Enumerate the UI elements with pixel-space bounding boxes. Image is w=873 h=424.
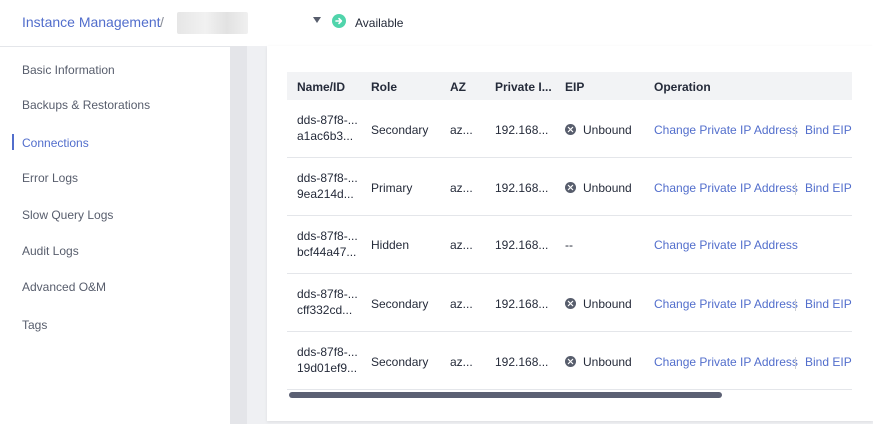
node-eip-status: Unbound bbox=[583, 181, 632, 195]
eip-unbound-icon bbox=[565, 182, 576, 193]
node-az: az... bbox=[450, 297, 473, 311]
operation-divider bbox=[795, 125, 796, 137]
node-eip-status: Unbound bbox=[583, 355, 632, 369]
node-private-ip: 192.168... bbox=[495, 181, 549, 195]
breadcrumb-instance-name-redacted bbox=[177, 12, 248, 34]
node-id-line2: 19d01ef9... bbox=[297, 361, 358, 375]
table-row: dds-87f8-... 9ea214d... Primary az... 19… bbox=[287, 158, 852, 216]
node-id-line2: a1ac6b3... bbox=[297, 129, 354, 143]
node-id-line2: cff332cd... bbox=[297, 303, 353, 317]
column-header-eip: EIP bbox=[565, 80, 585, 94]
change-private-ip-link[interactable]: Change Private IP Address bbox=[654, 123, 798, 137]
node-role: Primary bbox=[371, 181, 413, 195]
node-role: Secondary bbox=[371, 123, 429, 137]
sidebar-item-error-logs[interactable]: Error Logs bbox=[22, 171, 78, 185]
node-private-ip: 192.168... bbox=[495, 297, 549, 311]
node-az: az... bbox=[450, 123, 473, 137]
bind-eip-link[interactable]: Bind EIP bbox=[805, 297, 852, 311]
column-header-role: Role bbox=[371, 80, 398, 94]
table-scrollbar-thumb[interactable] bbox=[289, 392, 722, 398]
operation-divider bbox=[795, 357, 796, 369]
sidebar-item-backups-restorations[interactable]: Backups & Restorations bbox=[22, 98, 150, 112]
operation-divider bbox=[795, 183, 796, 195]
node-eip-status: Unbound bbox=[583, 123, 632, 137]
breadcrumb-separator: / bbox=[160, 14, 164, 30]
node-az: az... bbox=[450, 355, 473, 369]
node-name-line1: dds-87f8-... bbox=[297, 287, 358, 301]
eip-unbound-icon bbox=[565, 356, 576, 367]
node-az: az... bbox=[450, 181, 473, 195]
node-role: Secondary bbox=[371, 355, 429, 369]
node-name-line1: dds-87f8-... bbox=[297, 345, 358, 359]
status-text: Available bbox=[355, 16, 404, 30]
bind-eip-link[interactable]: Bind EIP bbox=[805, 123, 852, 137]
table-row: dds-87f8-... cff332cd... Secondary az...… bbox=[287, 274, 852, 332]
page-header: Instance Management / Available bbox=[0, 0, 873, 46]
bind-eip-link[interactable]: Bind EIP bbox=[805, 355, 852, 369]
node-role: Secondary bbox=[371, 297, 429, 311]
sidebar: Basic Information Backups & Restorations… bbox=[0, 46, 230, 424]
eip-unbound-icon bbox=[565, 124, 576, 135]
node-private-ip: 192.168... bbox=[495, 355, 549, 369]
node-role: Hidden bbox=[371, 238, 410, 252]
table-row: dds-87f8-... a1ac6b3... Secondary az... … bbox=[287, 100, 852, 158]
node-name-line1: dds-87f8-... bbox=[297, 113, 358, 127]
node-eip-status: Unbound bbox=[583, 297, 632, 311]
table-header: Name/ID Role AZ Private I... EIP Operati… bbox=[287, 72, 852, 100]
node-eip-status: -- bbox=[565, 238, 573, 252]
instance-dropdown-caret-icon[interactable] bbox=[313, 17, 321, 23]
table-row: dds-87f8-... bcf44a47... Hidden az... 19… bbox=[287, 216, 852, 274]
node-name-line1: dds-87f8-... bbox=[297, 171, 358, 185]
change-private-ip-link[interactable]: Change Private IP Address bbox=[654, 238, 798, 252]
sidebar-item-tags[interactable]: Tags bbox=[22, 318, 47, 332]
node-private-ip: 192.168... bbox=[495, 123, 549, 137]
sidebar-item-basic-information[interactable]: Basic Information bbox=[22, 63, 115, 77]
table-row: dds-87f8-... 19d01ef9... Secondary az...… bbox=[287, 332, 852, 390]
node-az: az... bbox=[450, 238, 473, 252]
change-private-ip-link[interactable]: Change Private IP Address bbox=[654, 355, 798, 369]
eip-unbound-icon bbox=[565, 298, 576, 309]
status-available-icon bbox=[332, 14, 346, 28]
change-private-ip-link[interactable]: Change Private IP Address bbox=[654, 181, 798, 195]
sidebar-item-audit-logs[interactable]: Audit Logs bbox=[22, 244, 79, 258]
node-id-line2: bcf44a47... bbox=[297, 245, 357, 259]
sidebar-active-indicator bbox=[12, 134, 14, 150]
sidebar-item-slow-query-logs[interactable]: Slow Query Logs bbox=[22, 208, 113, 222]
breadcrumb-instance-management[interactable]: Instance Management bbox=[22, 14, 161, 30]
column-header-az: AZ bbox=[450, 80, 466, 94]
operation-divider bbox=[795, 299, 796, 311]
content-gutter bbox=[230, 46, 247, 424]
node-name-line1: dds-87f8-... bbox=[297, 229, 358, 243]
column-header-operation: Operation bbox=[654, 80, 711, 94]
column-header-name-id: Name/ID bbox=[297, 80, 346, 94]
bind-eip-link[interactable]: Bind EIP bbox=[805, 181, 852, 195]
sidebar-item-advanced-om[interactable]: Advanced O&M bbox=[22, 280, 106, 294]
node-id-line2: 9ea214d... bbox=[297, 187, 354, 201]
column-header-private-ip: Private I... bbox=[495, 80, 552, 94]
sidebar-item-connections[interactable]: Connections bbox=[22, 136, 89, 150]
node-private-ip: 192.168... bbox=[495, 238, 549, 252]
change-private-ip-link[interactable]: Change Private IP Address bbox=[654, 297, 798, 311]
